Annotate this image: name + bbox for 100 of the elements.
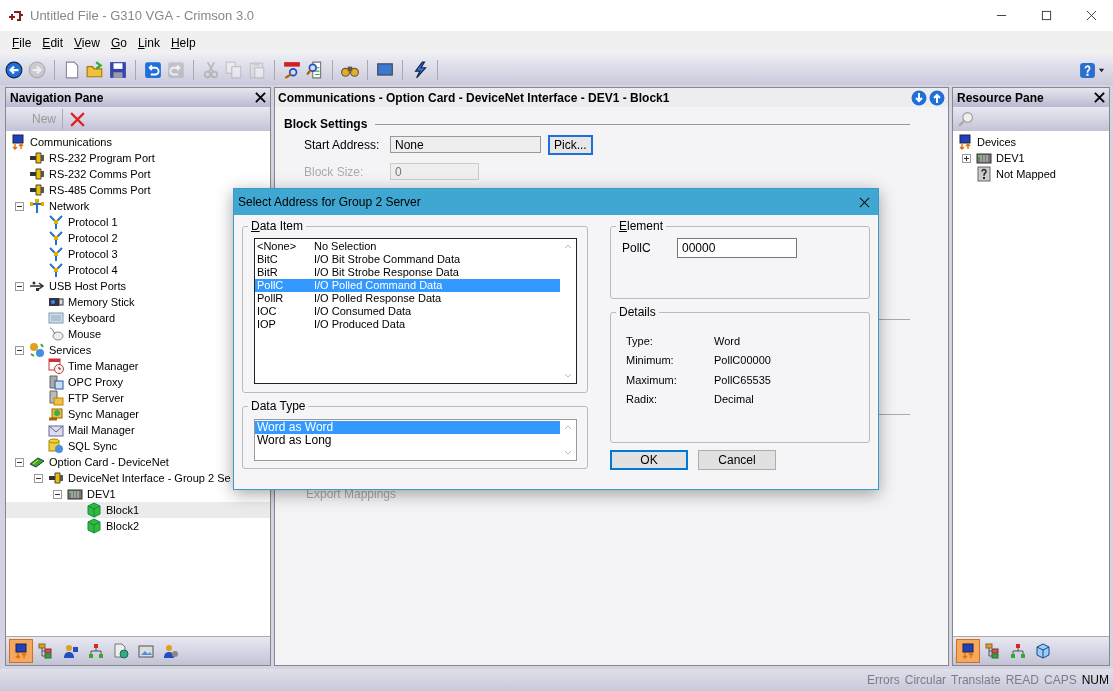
- delete-icon[interactable]: [69, 110, 86, 128]
- folder-icon[interactable]: [86, 61, 104, 79]
- tree-item[interactable]: Time Manager: [68, 360, 139, 372]
- close-icon[interactable]: [1094, 92, 1105, 103]
- computer-arrows-icon: [10, 134, 26, 150]
- detail-label: Maximum:: [626, 373, 678, 386]
- tree-item[interactable]: DEV1: [996, 152, 1025, 164]
- collapse-icon[interactable]: [15, 201, 24, 211]
- section-title: Block Settings: [284, 117, 368, 131]
- calendar-clock-icon: [48, 358, 64, 374]
- close-icon[interactable]: [1086, 10, 1097, 21]
- address-field[interactable]: None: [390, 136, 541, 153]
- data-item-list[interactable]: <None> No Selection BitC I/O Bit Strobe Command Data BitR I/O Bit Strobe Response Data PollC I/O Polled Command Data PollR I/O Polled Response Data IOC I/O Consumed Data IOP I/O Produced Data: [254, 238, 577, 384]
- tree-item[interactable]: SQL Sync: [68, 440, 118, 452]
- close-icon[interactable]: [255, 92, 266, 103]
- tree-item[interactable]: Services: [49, 344, 92, 356]
- magnifier-icon[interactable]: [283, 61, 301, 79]
- collapse-icon[interactable]: [15, 457, 24, 467]
- menu-item[interactable]: File: [7, 36, 38, 50]
- menu-item[interactable]: Help: [165, 36, 202, 50]
- tree-item[interactable]: Communications: [30, 136, 112, 148]
- breadcrumb: Communications - Option Card - DeviceNet Interface - DEV1 - Block1: [278, 90, 670, 105]
- collapse-icon[interactable]: [34, 473, 43, 483]
- monitor-icon[interactable]: [376, 61, 394, 79]
- element-label: PollC: [622, 241, 652, 255]
- tree-item[interactable]: RS-485 Comms Port: [49, 184, 151, 196]
- tree-item[interactable]: RS-232 Program Port: [49, 152, 155, 164]
- envelope-icon: [48, 422, 64, 438]
- list-row[interactable]: <None> No Selection: [255, 240, 560, 253]
- cube-icon: [86, 502, 102, 518]
- server-folder-icon: [48, 390, 64, 406]
- tree-item[interactable]: Not Mapped: [996, 168, 1056, 180]
- list-row[interactable]: BitC I/O Bit Strobe Command Data: [255, 253, 560, 266]
- plug-icon: [29, 166, 45, 182]
- computer-arrows-icon: [957, 134, 973, 150]
- rack-icon: [67, 486, 83, 502]
- detail-value: Word: [714, 334, 741, 347]
- computer-arrows-icon[interactable]: [957, 640, 979, 662]
- tree-item[interactable]: RS-232 Comms Port: [49, 168, 151, 180]
- tree-item[interactable]: Mouse: [68, 328, 102, 340]
- menu-item[interactable]: View: [69, 36, 106, 50]
- rack-icon: [976, 150, 992, 166]
- menu-item[interactable]: Link: [132, 36, 166, 50]
- close-icon[interactable]: [859, 196, 870, 208]
- tree-item[interactable]: Memory Stick: [68, 296, 135, 308]
- field-label: Start Address:: [304, 137, 381, 152]
- network-icon: [29, 198, 45, 214]
- detail-value: PollC00000: [714, 354, 771, 367]
- group-label: Details: [618, 305, 657, 319]
- plug-icon: [29, 150, 45, 166]
- fork-icon: [48, 214, 64, 230]
- data-type-list[interactable]: Word as Word Word as Long: [254, 419, 577, 461]
- tree-item[interactable]: Devices: [977, 136, 1017, 148]
- tree-item[interactable]: USB Host Ports: [49, 280, 127, 292]
- menu-item[interactable]: Go: [105, 36, 133, 50]
- tree-item[interactable]: Protocol 4: [68, 264, 118, 276]
- list-row[interactable]: IOC I/O Consumed Data: [255, 305, 560, 318]
- tree-item[interactable]: Block1: [106, 504, 140, 516]
- document-icon[interactable]: [63, 61, 81, 79]
- cancel-button[interactable]: Cancel: [698, 450, 776, 470]
- list-row[interactable]: Word as Long: [255, 434, 560, 447]
- detail-value: PollC65535: [714, 373, 771, 386]
- element-field[interactable]: 00000: [677, 238, 797, 258]
- tree-item[interactable]: OPC Proxy: [68, 376, 123, 388]
- server-icon: [48, 374, 64, 390]
- tree-item[interactable]: FTP Server: [68, 392, 125, 404]
- field-label: Block Size:: [304, 164, 365, 179]
- tree-item[interactable]: Block2: [106, 520, 140, 532]
- tree-item[interactable]: Option Card - DeviceNet: [49, 456, 169, 468]
- pick-button[interactable]: Pick...: [548, 134, 593, 155]
- ok-button[interactable]: OK: [610, 450, 688, 470]
- tree-item[interactable]: Protocol 1: [68, 216, 118, 228]
- document-magnifier-icon[interactable]: [306, 61, 324, 79]
- pane-title: Navigation Pane: [10, 90, 104, 105]
- tree-item[interactable]: Protocol 3: [68, 248, 118, 260]
- tree-item[interactable]: DeviceNet Interface - Group 2 Se: [68, 472, 231, 484]
- maximize-icon[interactable]: [1041, 10, 1052, 21]
- tree-item[interactable]: Sync Manager: [68, 408, 139, 420]
- menu-item[interactable]: Edit: [37, 36, 70, 50]
- tree-item[interactable]: Protocol 2: [68, 232, 118, 244]
- collapse-icon[interactable]: [15, 345, 24, 355]
- expand-icon[interactable]: [962, 153, 971, 163]
- undo-icon[interactable]: [144, 61, 162, 79]
- collapse-icon[interactable]: [15, 281, 24, 291]
- computer-arrows-icon[interactable]: [10, 640, 32, 662]
- tree-item[interactable]: Mail Manager: [68, 424, 135, 436]
- status-indicator: Errors: [867, 673, 900, 687]
- list-row[interactable]: IOP I/O Produced Data: [255, 318, 560, 331]
- list-row[interactable]: BitR I/O Bit Strobe Response Data: [255, 266, 560, 279]
- tree-item[interactable]: DEV1: [87, 488, 116, 500]
- group-label: Data Type: [250, 399, 307, 413]
- lightning-icon[interactable]: [411, 61, 429, 79]
- collapse-icon[interactable]: [53, 489, 62, 499]
- detail-label: Type:: [626, 334, 654, 347]
- tree-item[interactable]: Network: [49, 200, 90, 212]
- group-label: Element: [618, 219, 665, 233]
- help-icon: [1079, 61, 1096, 79]
- dialog-title: Select Address for Group 2 Server: [238, 195, 421, 209]
- list-row[interactable]: PollR I/O Polled Response Data: [255, 292, 560, 305]
- tree-item[interactable]: Keyboard: [68, 312, 116, 324]
